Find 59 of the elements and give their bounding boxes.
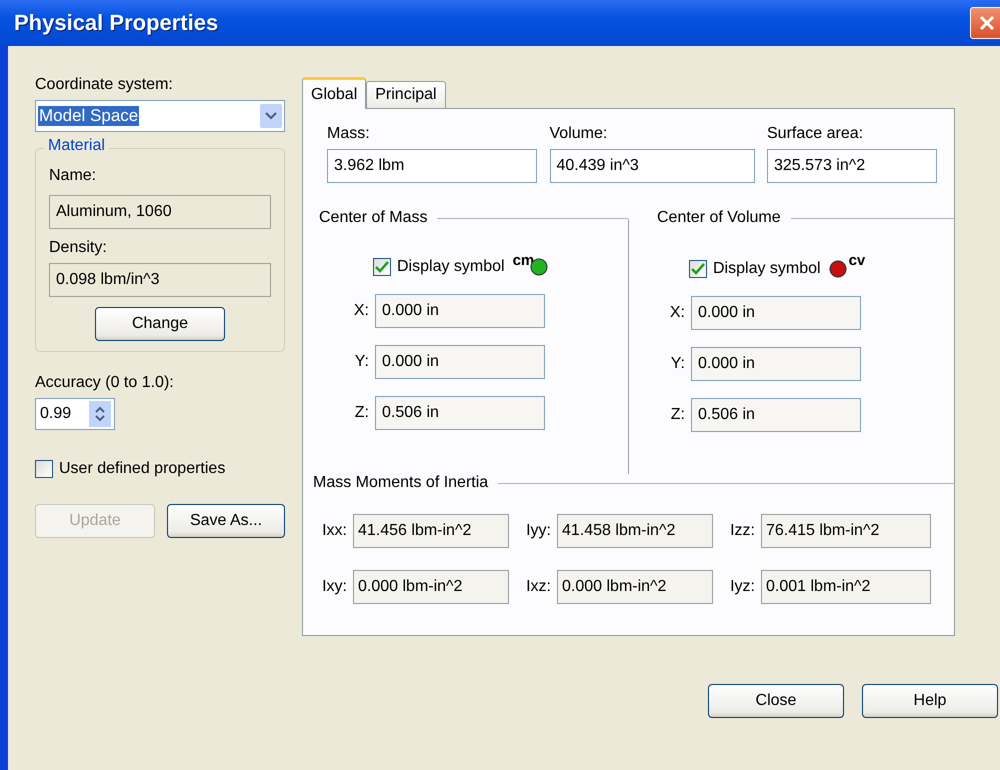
- field-label: Mass:: [327, 125, 371, 143]
- readout-field: 3.962 lbm: [327, 149, 537, 183]
- checkbox[interactable]: [689, 260, 707, 278]
- section-title: Center of Volume: [657, 209, 781, 227]
- section-title: Center of Mass: [319, 209, 428, 227]
- axis-label: Iyz:: [729, 578, 755, 596]
- readout-field: 0.000 in: [691, 296, 861, 330]
- action-button[interactable]: Save As...: [167, 504, 285, 538]
- section-title: Mass Moments of Inertia: [313, 474, 488, 492]
- field-label: Coordinate system:: [35, 76, 174, 94]
- window-title: Physical Properties: [14, 10, 218, 36]
- axis-label: X:: [668, 304, 685, 322]
- tab[interactable]: Global: [302, 77, 366, 109]
- readout-field: 41.456 lbm-in^2: [353, 514, 509, 548]
- change-button[interactable]: Change: [95, 307, 225, 341]
- field-label: Volume:: [550, 125, 608, 143]
- close-icon: [979, 15, 995, 31]
- readout-field: 40.439 in^3: [550, 149, 754, 183]
- axis-label: Ixy:: [321, 578, 347, 596]
- field-label: Accuracy (0 to 1.0):: [35, 374, 175, 392]
- chevron-down-icon: [260, 104, 282, 128]
- checkbox-label: Display symbol: [397, 258, 505, 276]
- axis-label: X:: [352, 302, 369, 320]
- readout-field: 0.098 lbm/in^3: [49, 263, 271, 297]
- field-label: Density:: [49, 239, 108, 257]
- readout-field: 41.458 lbm-in^2: [557, 514, 713, 548]
- axis-label: Z:: [354, 404, 369, 422]
- readout-field: 0.000 lbm-in^2: [353, 570, 509, 604]
- accuracy-spinner[interactable]: 0.99: [35, 398, 115, 430]
- axis-label: Y:: [354, 353, 369, 371]
- readout-field: 0.000 in: [375, 345, 545, 379]
- coordinate-dropdown[interactable]: Model Space: [35, 100, 285, 132]
- readout-field: 0.001 lbm-in^2: [761, 570, 931, 604]
- readout-field: 0.000 in: [691, 347, 861, 381]
- readout-field: 0.506 in: [375, 396, 545, 430]
- axis-label: Izz:: [729, 522, 755, 540]
- axis-label: Ixz:: [525, 578, 551, 596]
- axis-label: Iyy:: [525, 522, 551, 540]
- checkbox-label: User defined properties: [59, 460, 226, 478]
- field-label: Name:: [49, 167, 98, 185]
- readout-field: 0.506 in: [691, 398, 861, 432]
- readout-field: 0.000 lbm-in^2: [557, 570, 713, 604]
- tab[interactable]: Principal: [366, 81, 446, 109]
- readout-field: 325.573 in^2: [767, 149, 937, 183]
- checkbox-label: Display symbol: [713, 260, 821, 278]
- readout-field: 0.000 in: [375, 294, 545, 328]
- axis-label: Y:: [670, 355, 685, 373]
- dialog-button[interactable]: Help: [862, 684, 998, 718]
- axis-label: Ixx:: [321, 522, 347, 540]
- close-button[interactable]: [970, 7, 1000, 39]
- checkbox[interactable]: [373, 258, 391, 276]
- symbol-label: cv: [848, 253, 866, 268]
- dialog-button[interactable]: Close: [708, 684, 844, 718]
- axis-label: Z:: [670, 406, 685, 424]
- checkbox[interactable]: [35, 460, 53, 478]
- readout-field: 76.415 lbm-in^2: [761, 514, 931, 548]
- field-label: Surface area:: [767, 125, 864, 143]
- spinner-arrows-icon: [89, 401, 111, 427]
- readout-field: Aluminum, 1060: [49, 195, 271, 229]
